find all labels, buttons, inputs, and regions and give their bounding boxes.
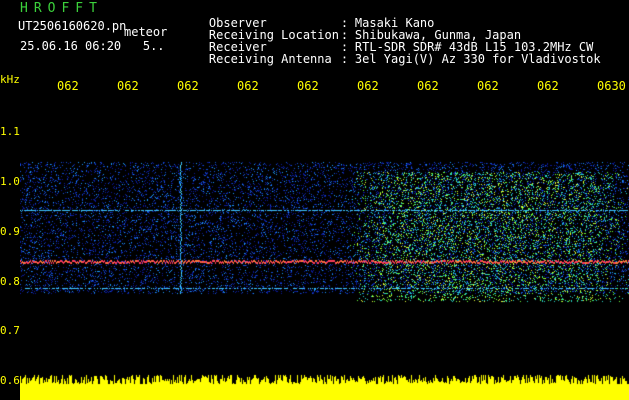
timestamp: 25.06.16 06:20 5.. — [20, 40, 165, 52]
freq-unit-label: kHz — [0, 73, 20, 86]
spectrogram-window: HROFFT UT2506160620.pn meteor 25.06.16 0… — [0, 0, 629, 400]
time-tick-label: 062 — [297, 79, 319, 93]
spectrogram-image — [20, 102, 629, 372]
antenna-row: Receiving Antenna:3el Yagi(V) Az 330 for… — [180, 41, 601, 77]
freq-tick-label: 0.7 — [0, 324, 20, 337]
mode-label: meteor — [124, 25, 168, 39]
time-tick-label: 0630 — [597, 79, 626, 93]
signal-level-bar — [20, 372, 629, 400]
app-brand: HROFFT — [20, 1, 103, 16]
time-tick-label: 062 — [537, 79, 559, 93]
antenna-label: Receiving Antenna — [208, 52, 332, 66]
interval: 5.. — [142, 39, 165, 53]
time-tick-label: 062 — [417, 79, 439, 93]
datetime: 25.06.16 06:20 — [20, 39, 122, 53]
time-tick-label: 062 — [237, 79, 259, 93]
time-tick-label: 062 — [57, 79, 79, 93]
time-tick-label: 062 — [477, 79, 499, 93]
freq-tick-label: 1.0 — [0, 175, 20, 188]
freq-tick-label: 0.9 — [0, 225, 20, 238]
time-tick-label: 062 — [177, 79, 199, 93]
antenna-sep: : — [340, 52, 349, 66]
file-name: UT2506160620.pn — [18, 19, 127, 33]
freq-tick-label: 1.1 — [0, 125, 20, 138]
time-tick-label: 062 — [117, 79, 139, 93]
antenna-value: 3el Yagi(V) Az 330 for Vladivostok — [354, 52, 601, 66]
freq-tick-label: 0.6 — [0, 374, 20, 387]
freq-tick-label: 0.8 — [0, 275, 20, 288]
time-tick-label: 062 — [357, 79, 379, 93]
